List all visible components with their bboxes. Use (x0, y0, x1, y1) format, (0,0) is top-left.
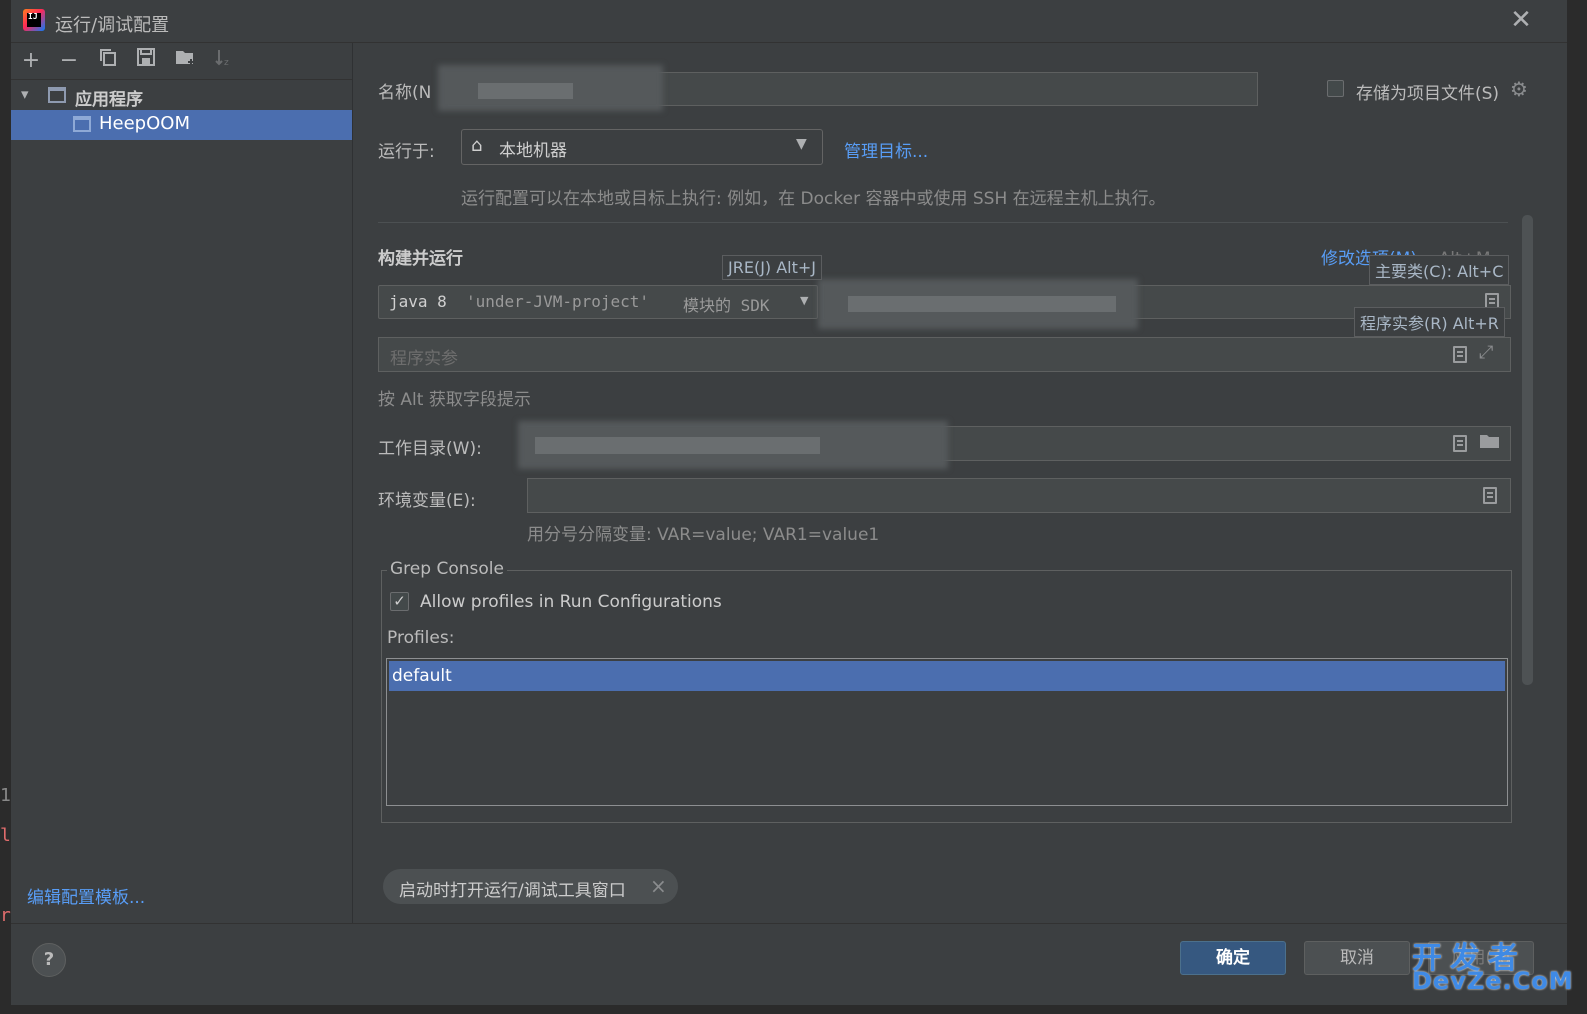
env-vars-field[interactable] (527, 478, 1511, 513)
grep-console-title: Grep Console (387, 559, 507, 579)
remove-icon[interactable]: − (55, 47, 83, 75)
document-icon[interactable] (1453, 435, 1467, 452)
edit-templates-link[interactable]: 编辑配置模板... (27, 883, 145, 908)
cancel-button[interactable]: 取消 (1304, 941, 1410, 975)
working-dir-label: 工作目录(W): (378, 439, 482, 459)
chevron-down-icon[interactable]: ▾ (21, 85, 29, 103)
editor-edge-char: 1 (0, 785, 11, 806)
run-on-hint: 运行配置可以在本地或目标上执行: 例如，在 Docker 容器中或使用 SSH … (461, 189, 1166, 209)
run-on-select[interactable]: ⌂ 本地机器 ▼ (461, 129, 823, 165)
run-on-value: 本地机器 (499, 141, 567, 161)
editor-edge-char: r (0, 905, 11, 926)
ok-button[interactable]: 确定 (1180, 941, 1286, 975)
program-args-field[interactable]: 程序实参 (378, 337, 1511, 372)
profiles-label: Profiles: (387, 628, 455, 648)
jre-tooltip: JRE(J) Alt+J (722, 255, 823, 280)
open-tool-window-chip[interactable]: 启动时打开运行/调试工具窗口 × (383, 869, 678, 904)
jre-suffix: 模块的 SDK (683, 296, 770, 315)
tree-item-heepoom[interactable]: HeepOOM (11, 110, 352, 140)
program-args-placeholder: 程序实参 (390, 349, 458, 369)
allow-profiles-checkbox[interactable]: ✓ (390, 592, 409, 611)
editor-edge: 1 l r (0, 0, 11, 1014)
tree-group-application[interactable]: ▾ 应用程序 (11, 83, 352, 111)
redacted-area (478, 83, 573, 99)
document-icon[interactable] (1483, 487, 1497, 504)
store-as-project-file-checkbox[interactable] (1327, 80, 1344, 97)
sort-icon[interactable]: z (210, 47, 238, 75)
application-icon (73, 116, 91, 132)
run-on-label: 运行于: (378, 142, 435, 162)
editor-edge-char: l (0, 825, 11, 846)
jre-module: 'under-JVM-project' (466, 292, 650, 311)
main-class-tooltip: 主要类(C): Alt+C (1369, 255, 1510, 285)
folder-icon[interactable] (1479, 432, 1501, 455)
watermark-line2: DevZe.CoM (1412, 967, 1574, 995)
close-icon[interactable]: ✕ (1505, 6, 1537, 36)
document-icon[interactable] (1453, 346, 1467, 363)
program-args-tooltip: 程序实参(R) Alt+R (1354, 307, 1505, 337)
redacted-area (848, 296, 1116, 312)
separator (378, 222, 1508, 223)
application-icon (48, 87, 66, 103)
tree-group-label: 应用程序 (75, 90, 143, 110)
build-and-run-header: 构建并运行 (378, 249, 463, 269)
jre-select[interactable]: java 8 'under-JVM-project' 模块的 SDK ▼ (378, 285, 818, 319)
close-icon[interactable]: × (650, 874, 667, 898)
new-folder-icon[interactable] (171, 47, 199, 75)
chevron-down-icon: ▼ (796, 136, 807, 152)
intellij-app-icon: IJ (23, 9, 45, 31)
allow-profiles-label: Allow profiles in Run Configurations (420, 592, 722, 612)
env-vars-label: 环境变量(E): (378, 491, 476, 511)
manage-targets-link[interactable]: 管理目标... (844, 137, 928, 162)
config-form: 名称(N 存储为项目文件(S) ⚙ 运行于: ⌂ 本地机器 ▼ 管理目标... … (353, 43, 1567, 923)
profiles-list[interactable]: default (386, 658, 1508, 806)
copy-icon[interactable] (94, 47, 122, 75)
redacted-area (535, 437, 820, 454)
tree-item-label: HeepOOM (99, 113, 190, 134)
gear-icon[interactable]: ⚙ (1510, 77, 1528, 101)
env-vars-hint: 用分号分隔变量: VAR=value; VAR1=value1 (527, 525, 880, 545)
watermark-logo: 开发者 DevZe.CoM (1410, 933, 1573, 997)
save-icon[interactable] (132, 47, 160, 75)
config-tree-panel: + − z ▾ 应用程序 HeepOOM 编辑配置模板... (11, 43, 353, 923)
name-label: 名称(N (378, 83, 432, 103)
dialog-footer: ? 确定 取消 应用(A) (11, 923, 1567, 1005)
jre-version: java 8 (389, 292, 447, 311)
profile-name: default (392, 666, 452, 686)
store-as-project-file-label: 存储为项目文件(S) (1356, 84, 1500, 104)
list-item[interactable]: default (389, 661, 1505, 691)
vertical-scrollbar[interactable] (1522, 215, 1533, 685)
alt-hint: 按 Alt 获取字段提示 (378, 390, 531, 410)
home-icon: ⌂ (471, 135, 483, 156)
help-button[interactable]: ? (32, 943, 66, 977)
add-icon[interactable]: + (17, 47, 45, 75)
chip-label: 启动时打开运行/调试工具窗口 (399, 881, 626, 901)
expand-icon[interactable]: ⤢ (1479, 342, 1493, 363)
chevron-down-icon: ▼ (800, 294, 809, 307)
run-debug-config-dialog: IJ 运行/调试配置 ✕ + − z ▾ 应用程序 HeepOOM 编辑配置模板… (11, 0, 1567, 1005)
window-title: 运行/调试配置 (55, 15, 170, 36)
tree-toolbar: + − z (11, 43, 352, 80)
title-bar: IJ 运行/调试配置 ✕ (11, 0, 1567, 43)
svg-text:z: z (224, 58, 229, 67)
